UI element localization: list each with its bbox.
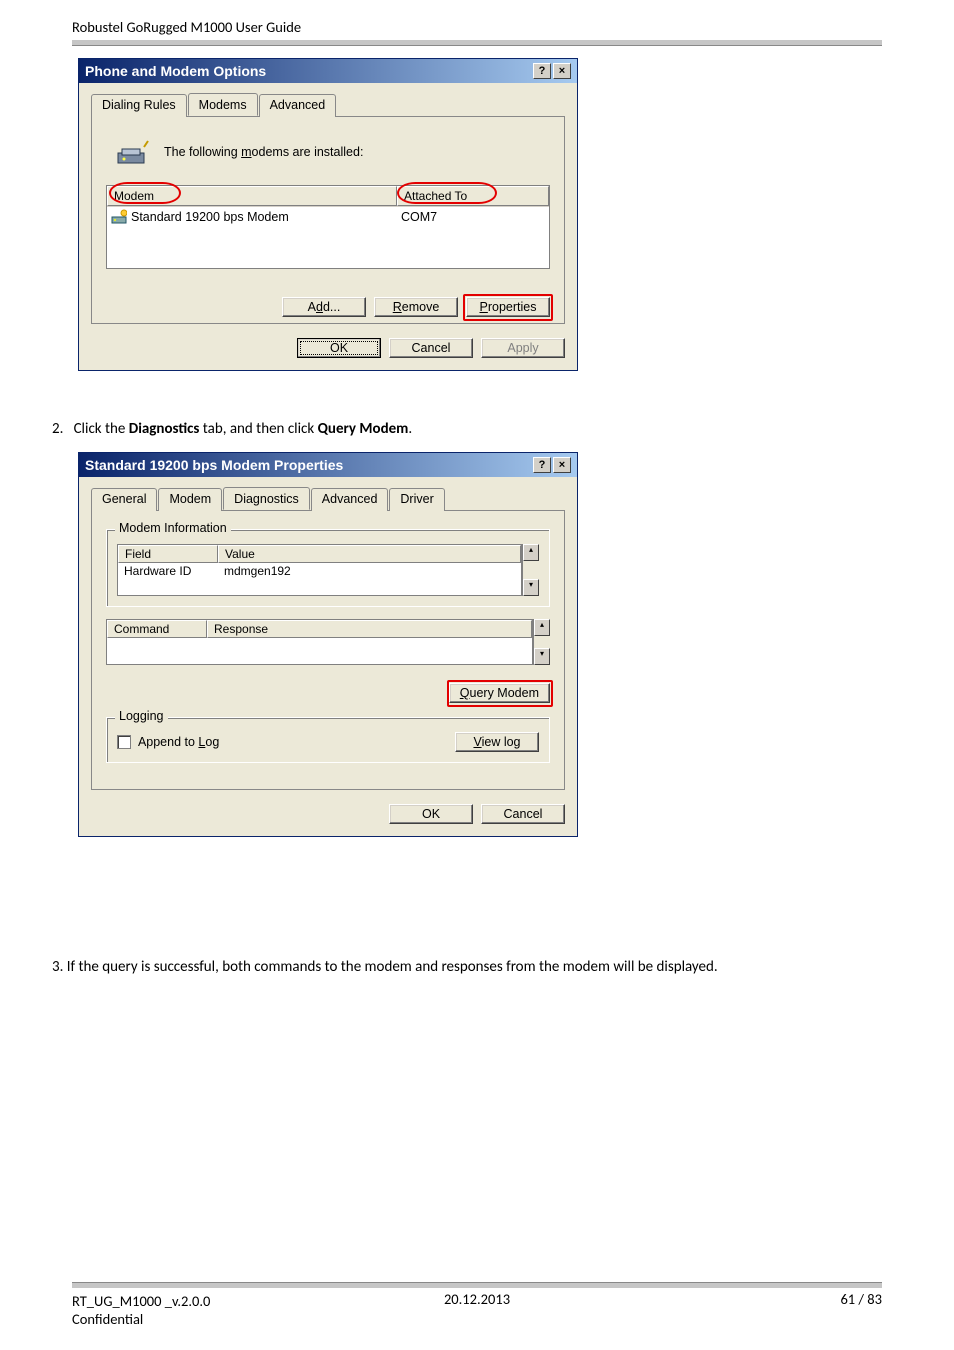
tab-row2: General Modem Diagnostics Advanced Drive… (91, 487, 565, 511)
col-field[interactable]: Field (118, 545, 218, 563)
modem-icon (116, 135, 150, 169)
col-response[interactable]: Response (207, 620, 532, 638)
cancel-button2[interactable]: Cancel (481, 804, 565, 824)
modem-row-icon (111, 209, 127, 225)
logging-group: Logging Append to Log View log (106, 717, 550, 763)
tab-modem[interactable]: Modem (158, 488, 222, 511)
step-3-text: 3. If the query is successful, both comm… (52, 958, 718, 976)
tab-advanced2[interactable]: Advanced (311, 488, 389, 511)
add-button[interactable]: Add... (282, 297, 366, 317)
tab-row: Dialing Rules Modems Advanced (91, 93, 565, 117)
tab-modems[interactable]: Modems (188, 93, 258, 116)
info-value: mdmgen192 (218, 563, 521, 579)
scroll-down-icon2[interactable]: ▾ (534, 648, 550, 665)
modem-list[interactable]: Modem Attached To Standa (106, 185, 550, 269)
tab-diagnostics[interactable]: Diagnostics (223, 487, 310, 510)
col-modem[interactable]: Modem (107, 186, 397, 206)
modem-list-row[interactable]: Standard 19200 bps Modem COM7 (107, 207, 549, 227)
step-2-text: 2. Click the Diagnostics tab, and then c… (52, 420, 412, 438)
ok-button2[interactable]: OK (389, 804, 473, 824)
footer-center: 20.12.2013 (0, 1290, 954, 1308)
close-button[interactable]: × (553, 63, 571, 79)
cancel-button[interactable]: Cancel (389, 338, 473, 358)
remove-button[interactable]: Remove (374, 297, 458, 317)
cmd-scrollbar[interactable]: ▴ ▾ (533, 619, 550, 665)
footer-right: 61 / 83 (840, 1290, 882, 1308)
tab-general[interactable]: General (91, 488, 157, 511)
info-field: Hardware ID (118, 563, 218, 579)
append-checkbox[interactable] (117, 735, 131, 749)
command-response-list: Command Response (106, 619, 533, 665)
view-log-button[interactable]: View log (455, 732, 539, 752)
titlebar2: Standard 19200 bps Modem Properties ? × (79, 453, 577, 477)
info-scrollbar[interactable]: ▴ ▾ (522, 544, 539, 596)
col-command[interactable]: Command (107, 620, 207, 638)
dialog2-title: Standard 19200 bps Modem Properties (85, 457, 531, 473)
scroll-up-icon2[interactable]: ▴ (534, 619, 550, 636)
close-button2[interactable]: × (553, 457, 571, 473)
query-modem-button[interactable]: Query Modem (449, 683, 550, 703)
help-button[interactable]: ? (533, 63, 551, 79)
titlebar: Phone and Modem Options ? × (79, 59, 577, 83)
page-header: Robustel GoRugged M1000 User Guide (72, 18, 301, 36)
modem-info-legend: Modem Information (115, 521, 231, 535)
header-rule (72, 40, 882, 46)
append-to-log-label[interactable]: Append to Log (117, 735, 219, 750)
modem-row-port: COM7 (401, 210, 545, 224)
help-button2[interactable]: ? (533, 457, 551, 473)
modem-row-name: Standard 19200 bps Modem (131, 210, 289, 224)
tab-driver[interactable]: Driver (389, 488, 444, 511)
modems-intro: The following modems are installed: (164, 145, 363, 159)
tab-advanced[interactable]: Advanced (259, 94, 337, 117)
scroll-down-icon[interactable]: ▾ (523, 579, 539, 596)
scroll-up-icon[interactable]: ▴ (523, 544, 539, 561)
apply-button[interactable]: Apply (481, 338, 565, 358)
dialog-title: Phone and Modem Options (85, 63, 531, 79)
ok-button[interactable]: OK (297, 338, 381, 358)
modem-information-group: Modem Information Field Value Hardware I… (106, 529, 550, 607)
col-attached-to[interactable]: Attached To (397, 186, 549, 206)
modem-info-list: Field Value Hardware ID mdmgen192 (117, 544, 522, 596)
tab-dialing-rules[interactable]: Dialing Rules (91, 94, 187, 117)
diagnostics-panel: Modem Information Field Value Hardware I… (91, 511, 565, 790)
properties-button[interactable]: Properties (466, 297, 550, 317)
logging-legend: Logging (115, 709, 168, 723)
col-value[interactable]: Value (218, 545, 521, 563)
phone-modem-options-dialog: Phone and Modem Options ? × Dialing Rule… (78, 58, 578, 371)
modems-panel: The following modems are installed: Mode… (91, 117, 565, 324)
footer-rule (72, 1282, 882, 1288)
modem-properties-dialog: Standard 19200 bps Modem Properties ? × … (78, 452, 578, 837)
